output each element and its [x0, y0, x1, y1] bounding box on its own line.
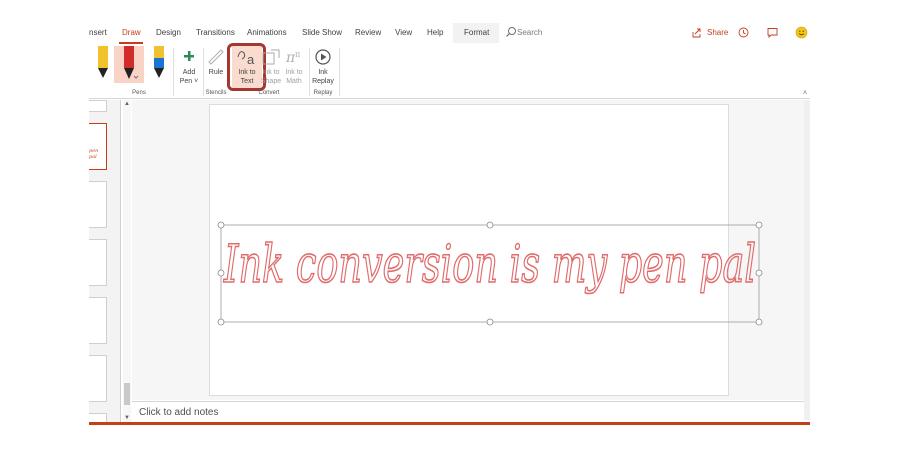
resize-handle	[217, 221, 225, 229]
resize-handle	[755, 318, 763, 326]
notes-pane[interactable]: Click to add notes	[132, 401, 804, 423]
status-bar-accent	[89, 422, 810, 425]
resize-handle	[217, 318, 225, 326]
resize-handle	[755, 221, 763, 229]
vertical-scrollbar[interactable]	[804, 100, 810, 420]
notes-placeholder[interactable]: Click to add notes	[139, 407, 219, 418]
handwritten-ink-text[interactable]: Ink conversion is my pen pal	[222, 234, 756, 296]
resize-handle	[486, 318, 494, 326]
ink-drawing-layer: Ink conversion is my pen pal	[217, 221, 763, 326]
powerpoint-window: nsert Draw Design Transitions Animations…	[89, 20, 810, 425]
resize-handle	[486, 221, 494, 229]
resize-handle	[755, 269, 763, 277]
